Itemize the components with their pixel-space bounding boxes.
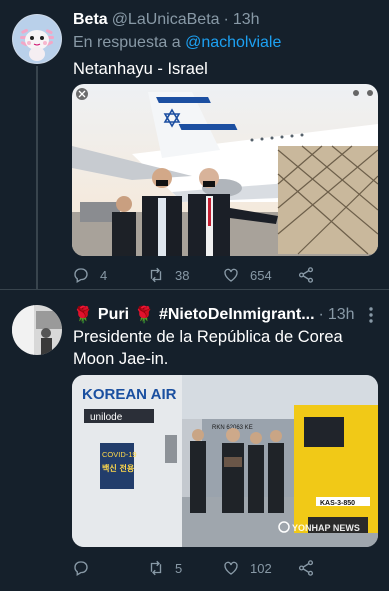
reply-button[interactable] (72, 559, 147, 577)
tweet-1[interactable]: Beta @LaUnicaBeta · 13h En respuesta a @… (0, 0, 389, 290)
photo-moon-jae-in-korean-air-cargo-icon: KOREAN AIR unilode COVID-19 백신 전용 RKN 62… (72, 375, 378, 547)
reply-icon (74, 268, 88, 283)
truck-plate: KAS-3-850 (320, 500, 355, 507)
heart-icon (224, 268, 238, 282)
tweet-photo[interactable] (72, 84, 378, 256)
tweet-photo[interactable]: KOREAN AIR unilode COVID-19 백신 전용 RKN 62… (72, 375, 378, 547)
like-button[interactable]: 102 (222, 559, 297, 577)
display-name-hashtag[interactable]: #NietoDeInmigrant... (159, 306, 315, 324)
thread-line (36, 66, 38, 290)
tweet-text-line-1: Presidente de la República de Corea (73, 328, 343, 346)
retweet-icon (150, 560, 162, 576)
korean-air-logo: KOREAN AIR (82, 386, 177, 403)
person-photo-avatar-icon (12, 305, 62, 355)
share-button[interactable] (297, 559, 372, 577)
tweet-2[interactable]: 🌹 Puri 🌹 #NietoDeInmigrant... · 13h Pres… (0, 291, 389, 591)
retweet-count: 5 (175, 560, 183, 576)
reply-prefix: En respuesta a (73, 34, 181, 51)
timestamp[interactable]: 13h (233, 11, 260, 29)
axolotl-avatar-icon (12, 14, 62, 64)
reply-count: 4 (100, 267, 108, 283)
tweet-text: Presidente de la República de Corea Moon… (73, 326, 379, 370)
rose-emoji-right: 🌹 (134, 307, 154, 324)
display-name[interactable]: Puri (98, 306, 129, 324)
reply-mention-link[interactable]: @nacholviale (185, 34, 281, 51)
tweet-actions: 5 102 (72, 556, 372, 580)
photo-netanyahu-cargo-plane-icon (72, 84, 378, 256)
tweet-header: Beta @LaUnicaBeta · 13h (73, 9, 381, 31)
reply-button[interactable]: 4 (72, 266, 147, 284)
timestamp[interactable]: 13h (328, 306, 355, 324)
vaccine-label: 백신 전용 (102, 463, 135, 473)
reply-context: En respuesta a @nacholviale (73, 34, 281, 52)
yonhap-watermark: YONHAP NEWS (292, 523, 360, 533)
display-name[interactable]: Beta (73, 11, 108, 29)
share-icon (298, 267, 314, 283)
rose-emoji-left: 🌹 (73, 307, 93, 324)
share-button[interactable] (297, 266, 372, 284)
avatar-beta[interactable] (12, 14, 62, 64)
tweet-header: 🌹 Puri 🌹 #NietoDeInmigrant... · 13h (73, 304, 381, 326)
heart-icon (224, 561, 238, 575)
retweet-button[interactable]: 38 (147, 266, 222, 284)
separator: · (223, 11, 229, 28)
tweet-text-line-2: Moon Jae-in. (73, 350, 169, 368)
tweet-text: Netanhayu - Israel (73, 60, 208, 78)
avatar-puri[interactable] (12, 305, 62, 355)
like-button[interactable]: 654 (222, 266, 297, 284)
like-count: 102 (250, 560, 272, 576)
more-options-button[interactable] (361, 304, 381, 326)
separator: · (318, 306, 324, 323)
more-vertical-icon (369, 307, 373, 323)
tweet-actions: 4 38 654 (72, 263, 372, 287)
like-count: 654 (250, 267, 272, 283)
retweet-count: 38 (175, 267, 190, 283)
retweet-icon (150, 267, 162, 283)
unilode-label: unilode (90, 412, 123, 423)
reply-icon (74, 561, 88, 576)
covid-label: COVID-19 (102, 450, 137, 459)
retweet-button[interactable]: 5 (147, 559, 222, 577)
user-handle[interactable]: @LaUnicaBeta (112, 11, 220, 29)
share-icon (298, 560, 314, 576)
